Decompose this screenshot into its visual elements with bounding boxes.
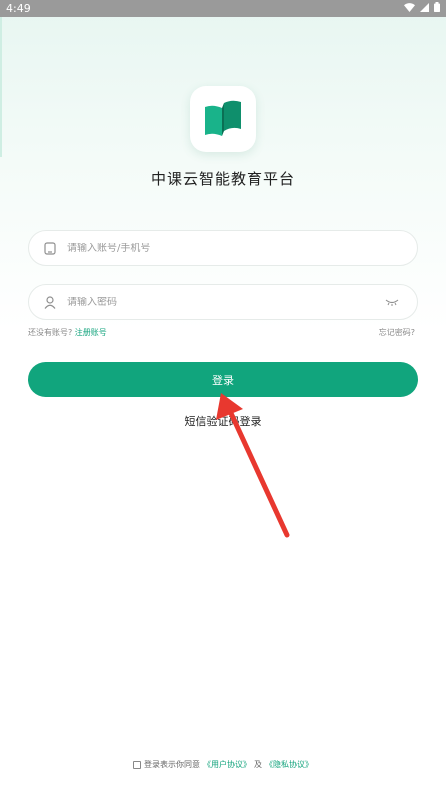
eye-closed-icon[interactable] [385,299,401,306]
status-bar: 4:49 [0,0,446,17]
password-input[interactable] [67,296,385,308]
status-icons [404,2,440,12]
battery-icon [434,2,440,12]
account-field[interactable] [28,230,418,266]
password-field[interactable] [28,284,418,320]
agreement-row: 登录表示你同意 《用户协议》 及 《隐私协议》 [0,759,446,770]
forgot-password-link[interactable]: 忘记密码? [379,327,415,338]
phone-icon [44,241,58,255]
wifi-icon [404,2,415,12]
lock-icon [44,295,58,309]
edge-accent-line [0,17,2,157]
agreement-prefix: 登录表示你同意 [144,760,200,769]
login-button[interactable]: 登录 [28,362,418,397]
account-input[interactable] [67,242,417,254]
signal-icon [420,2,429,12]
register-prompt: 还没有账号? 注册账号 [28,327,107,338]
agreement-checkbox[interactable] [133,760,141,769]
no-account-text: 还没有账号? [28,328,73,337]
register-link[interactable]: 注册账号 [75,328,107,337]
user-agreement-link[interactable]: 《用户协议》 [203,759,251,770]
aux-links-row: 还没有账号? 注册账号 忘记密码? [28,327,418,339]
sms-login-link[interactable]: 短信验证码登录 [0,413,446,429]
agreement-and: 及 [254,760,262,769]
app-logo [190,86,256,152]
book-logo-icon [205,100,241,136]
privacy-agreement-link[interactable]: 《隐私协议》 [265,759,313,770]
status-time: 4:49 [6,2,31,15]
app-title: 中课云智能教育平台 [150,170,295,188]
